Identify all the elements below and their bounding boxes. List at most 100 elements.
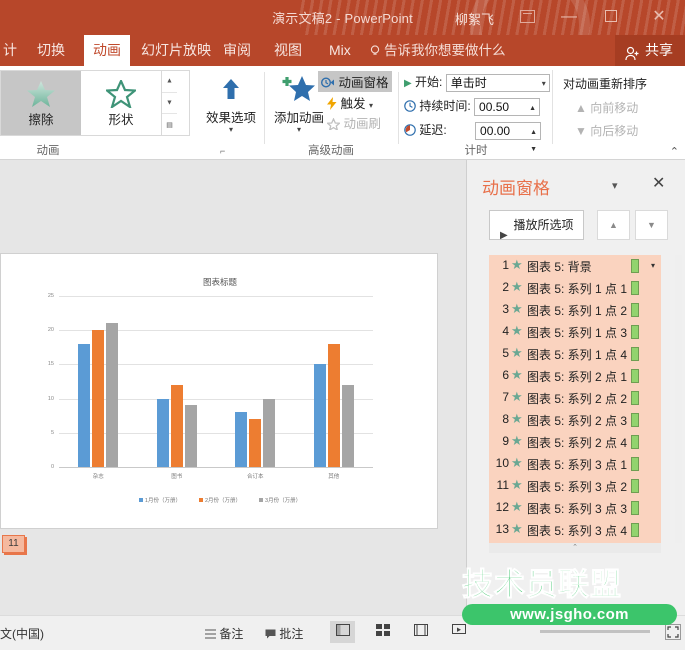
share-button[interactable]: 共享 xyxy=(615,35,685,66)
tab-slideshow[interactable]: 幻灯片放映 xyxy=(132,35,220,66)
notes-button[interactable]: 备注 xyxy=(205,625,243,642)
chart-bar[interactable] xyxy=(235,412,248,467)
animation-list-item[interactable]: 1 ★ 图表 5: 背景 ▾ xyxy=(489,255,661,277)
tab-transitions[interactable]: 切换 xyxy=(28,35,74,66)
animation-list-item[interactable]: 8 ★ 图表 5: 系列 2 点 3 xyxy=(489,409,661,431)
duration-spinner[interactable]: 00.50 ▲▼ xyxy=(474,97,541,129)
animation-list-item[interactable]: 6 ★ 图表 5: 系列 2 点 1 xyxy=(489,365,661,387)
chart-bar[interactable] xyxy=(170,384,183,467)
ribbon-display-options-icon[interactable] xyxy=(516,8,538,28)
tell-me-search[interactable]: 告诉我你想要做什么 xyxy=(370,35,506,66)
delay-spinner[interactable]: 00.00 ▲ ▼ xyxy=(475,121,542,153)
animation-list-item[interactable]: 5 ★ 图表 5: 系列 1 点 4 xyxy=(489,343,661,365)
chart-bar[interactable] xyxy=(156,398,169,467)
animation-dialog-launcher[interactable]: ⌐ xyxy=(220,146,225,156)
chart-bar[interactable] xyxy=(184,405,197,467)
animation-pane-button[interactable]: 动画窗格 xyxy=(318,71,392,92)
animation-pane-scrollbar[interactable] xyxy=(675,255,682,543)
gallery-scrollbar[interactable]: ▲ ▼ ▤ xyxy=(161,71,177,135)
animation-duration-bar[interactable] xyxy=(631,347,639,361)
comments-button[interactable]: 批注 xyxy=(265,625,303,642)
animation-list-item[interactable]: 13 ★ 图表 5: 系列 3 点 4 xyxy=(489,519,661,541)
animation-painter-button[interactable]: 动画刷 xyxy=(324,112,384,133)
animation-list-item[interactable]: 2 ★ 图表 5: 系列 1 点 1 xyxy=(489,277,661,299)
gallery-scroll-down[interactable]: ▼ xyxy=(162,93,177,115)
tab-design[interactable]: 计 xyxy=(0,35,26,66)
gallery-scroll-up[interactable]: ▲ xyxy=(162,71,177,93)
pane-move-up-button[interactable]: ▲ xyxy=(597,210,630,240)
view-slide-sorter-button[interactable] xyxy=(370,621,395,643)
animation-duration-bar[interactable] xyxy=(631,435,639,449)
pane-close-icon[interactable]: ✕ xyxy=(652,173,665,193)
start-dropdown[interactable]: 单击时 ▾ xyxy=(445,73,550,92)
move-later-button[interactable]: ▼ 向后移动 xyxy=(575,122,638,139)
animation-duration-bar[interactable] xyxy=(631,391,639,405)
star-icon: ★ xyxy=(511,323,523,338)
language-indicator[interactable]: 文(中国) xyxy=(0,625,44,642)
move-earlier-button[interactable]: ▲ 向前移动 xyxy=(575,99,638,116)
tab-mix[interactable]: Mix xyxy=(320,35,360,66)
animation-duration-bar[interactable] xyxy=(631,479,639,493)
animation-painter-icon xyxy=(325,117,343,132)
chart-bar[interactable] xyxy=(92,330,105,467)
animation-list-item[interactable]: 7 ★ 图表 5: 系列 2 点 2 xyxy=(489,387,661,409)
chart-bar[interactable] xyxy=(327,343,340,467)
chart-bar[interactable] xyxy=(341,384,354,467)
chevron-down-icon[interactable]: ▾ xyxy=(651,261,655,270)
tab-view[interactable]: 视图 xyxy=(265,35,311,66)
collapse-ribbon-button[interactable]: ⌃ xyxy=(670,145,679,158)
animation-list[interactable]: 1 ★ 图表 5: 背景 ▾ 2 ★ 图表 5: 系列 1 点 1 3 ★ 图表 5: 系列 1 … xyxy=(489,255,661,543)
animation-list-scroll[interactable]: ⌃ xyxy=(489,543,661,553)
animation-list-item[interactable]: 11 ★ 图表 5: 系列 3 点 2 xyxy=(489,475,661,497)
chart-bar[interactable] xyxy=(106,323,119,467)
animation-duration-bar[interactable] xyxy=(631,501,639,515)
chart-bar[interactable] xyxy=(313,364,326,467)
chart-bar[interactable] xyxy=(249,419,262,467)
delay-label: 延迟: xyxy=(419,123,447,137)
pane-options-dropdown[interactable]: ▾ xyxy=(612,179,618,192)
start-label: 开始: xyxy=(415,75,443,89)
animation-item-label: 图表 5: 系列 3 点 4 xyxy=(527,524,628,538)
animation-list-item[interactable]: 3 ★ 图表 5: 系列 1 点 2 xyxy=(489,299,661,321)
play-selected-button[interactable]: ▶ 播放所选项 xyxy=(489,210,584,241)
animation-wipe[interactable]: 擦除 xyxy=(1,71,81,135)
animation-list-item[interactable]: 10 ★ 图表 5: 系列 3 点 1 xyxy=(489,453,661,475)
animation-duration-bar[interactable] xyxy=(631,523,639,537)
animation-duration-bar[interactable] xyxy=(631,259,639,273)
maximize-icon[interactable] xyxy=(600,8,622,28)
animation-duration-bar[interactable] xyxy=(631,325,639,339)
slide-canvas[interactable]: 图表标题 0 5 10 15 20 25 杂志 图书 合订本 其他 1月份（万册） 2月份（万册） 3… xyxy=(0,253,438,529)
close-icon[interactable]: ✕ xyxy=(648,8,670,28)
chart-object[interactable]: 图表标题 0 5 10 15 20 25 杂志 图书 合订本 其他 1月份（万册） 2月份（万册） 3… xyxy=(17,270,423,514)
ribbon-group-timing-label: 计时 xyxy=(464,145,488,157)
play-icon: ▶ xyxy=(404,78,412,89)
animation-duration-bar[interactable] xyxy=(631,457,639,471)
tab-animations[interactable]: 动画 xyxy=(84,35,130,66)
tab-review[interactable]: 审阅 xyxy=(214,35,260,66)
effect-options-button[interactable]: 效果选项 ▾ xyxy=(200,76,262,134)
minimize-icon[interactable]: — xyxy=(558,8,580,28)
animation-duration-bar[interactable] xyxy=(631,303,639,317)
animation-list-item[interactable]: 9 ★ 图表 5: 系列 2 点 4 xyxy=(489,431,661,453)
animation-wipe-label: 擦除 xyxy=(28,113,54,127)
animation-gallery[interactable]: 擦除 形状 ▲ ▼ ▤ xyxy=(0,70,190,136)
spinner-arrows-icon[interactable]: ▲▼ xyxy=(528,124,539,153)
slide-thumbnail[interactable]: 11 xyxy=(2,535,25,553)
animation-shape[interactable]: 形状 xyxy=(81,71,161,135)
animation-list-item[interactable]: 12 ★ 图表 5: 系列 3 点 3 xyxy=(489,497,661,519)
animation-list-item[interactable]: 4 ★ 图表 5: 系列 1 点 3 xyxy=(489,321,661,343)
spinner-arrows-icon[interactable]: ▲▼ xyxy=(527,100,538,129)
chart-bar[interactable] xyxy=(263,398,276,467)
animation-duration-bar[interactable] xyxy=(631,369,639,383)
gallery-more[interactable]: ▤ xyxy=(162,114,177,135)
pane-move-down-button[interactable]: ▼ xyxy=(635,210,668,240)
add-animation-label: 添加动画 xyxy=(273,111,324,125)
trigger-button[interactable]: 触发 ▾ xyxy=(324,92,376,113)
user-account-name[interactable]: 柳絮飞 xyxy=(455,9,494,28)
animation-duration-bar[interactable] xyxy=(631,281,639,295)
animation-duration-bar[interactable] xyxy=(631,413,639,427)
play-icon: ▶ xyxy=(500,230,508,241)
view-reading-button[interactable] xyxy=(408,621,433,643)
chart-bar[interactable] xyxy=(78,343,91,467)
view-normal-button[interactable] xyxy=(330,621,355,643)
